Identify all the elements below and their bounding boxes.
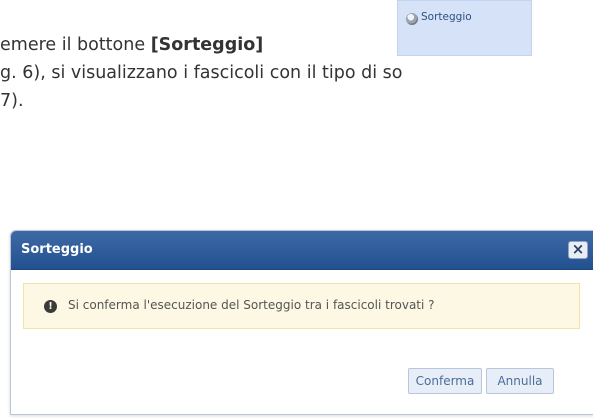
- close-icon[interactable]: ×: [568, 241, 588, 259]
- confirm-button[interactable]: Conferma: [408, 368, 482, 394]
- confirm-alert: ! Si conferma l'esecuzione del Sorteggio…: [23, 283, 580, 329]
- sorteggio-icon: [406, 13, 418, 25]
- doc-text-line-1-bold: [Sorteggio]: [150, 35, 264, 55]
- dialog-title: Sorteggio: [21, 242, 93, 257]
- dialog-header: Sorteggio ×: [11, 231, 593, 270]
- doc-text-line-3: 7).: [0, 91, 24, 111]
- cancel-button[interactable]: Annulla: [486, 368, 554, 394]
- sorteggio-toolbar-button[interactable]: Sorteggio: [397, 0, 532, 56]
- sorteggio-button-label: Sorteggio: [421, 11, 472, 23]
- sorteggio-dialog: Sorteggio × ! Si conferma l'esecuzione d…: [10, 230, 593, 415]
- alert-message: Si conferma l'esecuzione del Sorteggio t…: [68, 298, 435, 312]
- exclamation-icon: !: [44, 300, 57, 313]
- doc-text-line-2: g. 6), si visualizzano i fascicoli con i…: [0, 63, 403, 83]
- doc-text-line-1: emere il bottone [Sorteggio]: [0, 34, 263, 56]
- doc-text-line-1-prefix: emere il bottone: [0, 35, 151, 55]
